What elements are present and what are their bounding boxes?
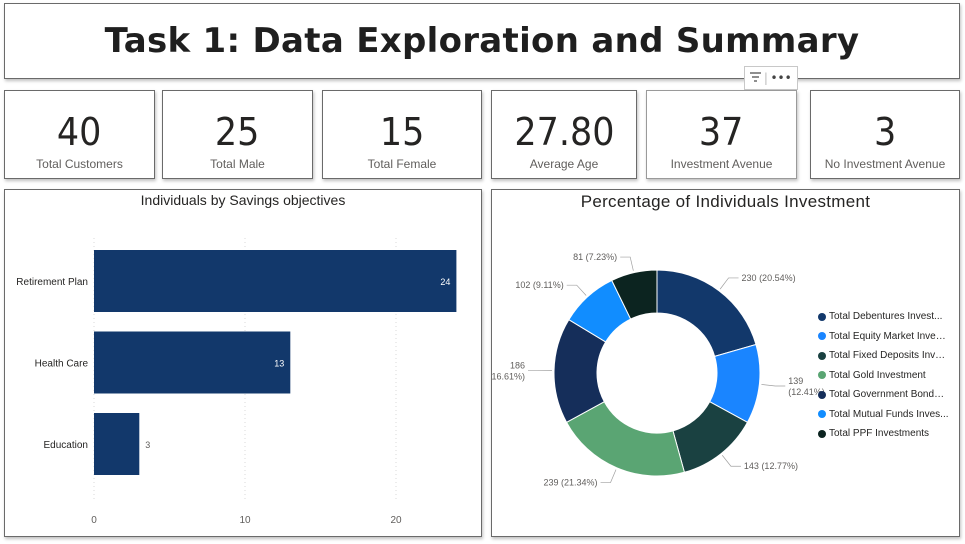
legend-item[interactable]: Total PPF Investments: [818, 424, 949, 444]
bar-chart: 0 10 20 Retirement Plan 24 Health Care 13 Educa…: [16, 238, 457, 526]
slice-data-label: 81 (7.23%): [573, 252, 617, 262]
legend-item[interactable]: Total Fixed Deposits Inve...: [818, 346, 949, 366]
slice-data-label: 239 (21.34%): [543, 478, 597, 488]
legend-label: Total PPF Investments: [829, 428, 930, 440]
y-category-label: Health Care: [35, 359, 89, 370]
kpi-value: 15: [379, 110, 425, 154]
legend-label: Total Government Bonds ...: [829, 389, 949, 401]
kpi-value: 40: [57, 110, 102, 154]
leader-line: [566, 284, 587, 296]
y-category-label: Education: [44, 440, 88, 451]
donut-legend: Total Debentures Invest... Total Equity M…: [818, 307, 949, 444]
legend-swatch: [818, 410, 826, 419]
leader-line: [620, 256, 634, 271]
kpi-card-average-age[interactable]: 27.80 Average Age: [491, 90, 637, 179]
kpi-label: Total Male: [210, 157, 265, 171]
y-category-label: Retirement Plan: [16, 277, 88, 288]
leader-line: [761, 384, 786, 387]
kpi-value: 25: [215, 110, 260, 154]
slice-data-label: 143 (12.77%): [744, 461, 798, 471]
kpi-value: 37: [699, 110, 744, 154]
legend-item[interactable]: Total Government Bonds ...: [818, 385, 949, 405]
kpi-card-total-customers[interactable]: 40 Total Customers: [4, 90, 155, 179]
kpi-label: Investment Avenue: [670, 157, 773, 171]
x-tick-label: 10: [239, 515, 251, 526]
data-label: 3: [145, 440, 150, 450]
slice-data-label: 186 (16.61%): [492, 360, 525, 381]
leader-line: [721, 455, 741, 467]
filter-icon[interactable]: [750, 72, 762, 84]
kpi-label: No Investment Avenue: [824, 157, 946, 171]
page-title: Task 1: Data Exploration and Summary: [104, 21, 860, 61]
kpi-label: Total Female: [367, 157, 437, 171]
slice-data-label: 230 (20.54%): [742, 273, 796, 283]
legend-swatch: [818, 312, 826, 321]
data-label: 24: [440, 277, 450, 287]
legend-label: Total Mutual Funds Inves...: [829, 408, 949, 420]
kpi-card-no-investment-avenue[interactable]: 3 No Investment Avenue: [810, 90, 960, 179]
legend-item[interactable]: Total Debentures Invest...: [818, 307, 949, 327]
leader-line: [719, 277, 739, 290]
x-tick-label: 20: [390, 515, 402, 526]
kpi-card-total-male[interactable]: 25 Total Male: [162, 90, 313, 179]
legend-swatch: [818, 390, 826, 399]
leader-line: [600, 469, 617, 483]
legend-swatch: [818, 351, 826, 360]
legend-label: Total Fixed Deposits Inve...: [829, 350, 949, 362]
donut-chart-panel[interactable]: Percentage of Individuals Investment 230…: [491, 189, 960, 537]
bar-chart-panel[interactable]: Individuals by Savings objectives 0 10 20 R…: [4, 189, 482, 537]
visual-header: | •••: [744, 66, 798, 90]
kpi-label: Total Customers: [36, 157, 123, 171]
kpi-card-investment-avenue[interactable]: 37 Investment Avenue: [646, 90, 797, 179]
x-tick-label: 0: [91, 515, 97, 526]
legend-label: Total Equity Market Inves...: [829, 330, 949, 342]
title-panel: Task 1: Data Exploration and Summary: [4, 3, 960, 79]
legend-item[interactable]: Total Equity Market Inves...: [818, 327, 949, 347]
legend-swatch: [818, 332, 826, 341]
legend-swatch: [818, 429, 826, 438]
donut-slice[interactable]: [656, 269, 757, 358]
kpi-value: 3: [873, 110, 897, 154]
more-options-icon[interactable]: •••: [770, 72, 791, 84]
bar[interactable]: [94, 250, 457, 312]
bar[interactable]: [94, 331, 291, 394]
kpi-label: Average Age: [529, 157, 599, 171]
slice-data-label: 102 (9.11%): [515, 280, 563, 290]
data-label: 13: [274, 359, 284, 369]
legend-item[interactable]: Total Mutual Funds Inves...: [818, 405, 949, 425]
legend-item[interactable]: Total Gold Investment: [818, 366, 949, 386]
legend-label: Total Gold Investment: [829, 369, 926, 381]
kpi-value: 27.80: [513, 110, 615, 154]
bar[interactable]: [94, 413, 140, 475]
kpi-card-total-female[interactable]: 15 Total Female: [322, 90, 482, 179]
header-divider: |: [763, 71, 768, 85]
legend-label: Total Debentures Invest...: [829, 311, 943, 323]
legend-swatch: [818, 371, 826, 380]
